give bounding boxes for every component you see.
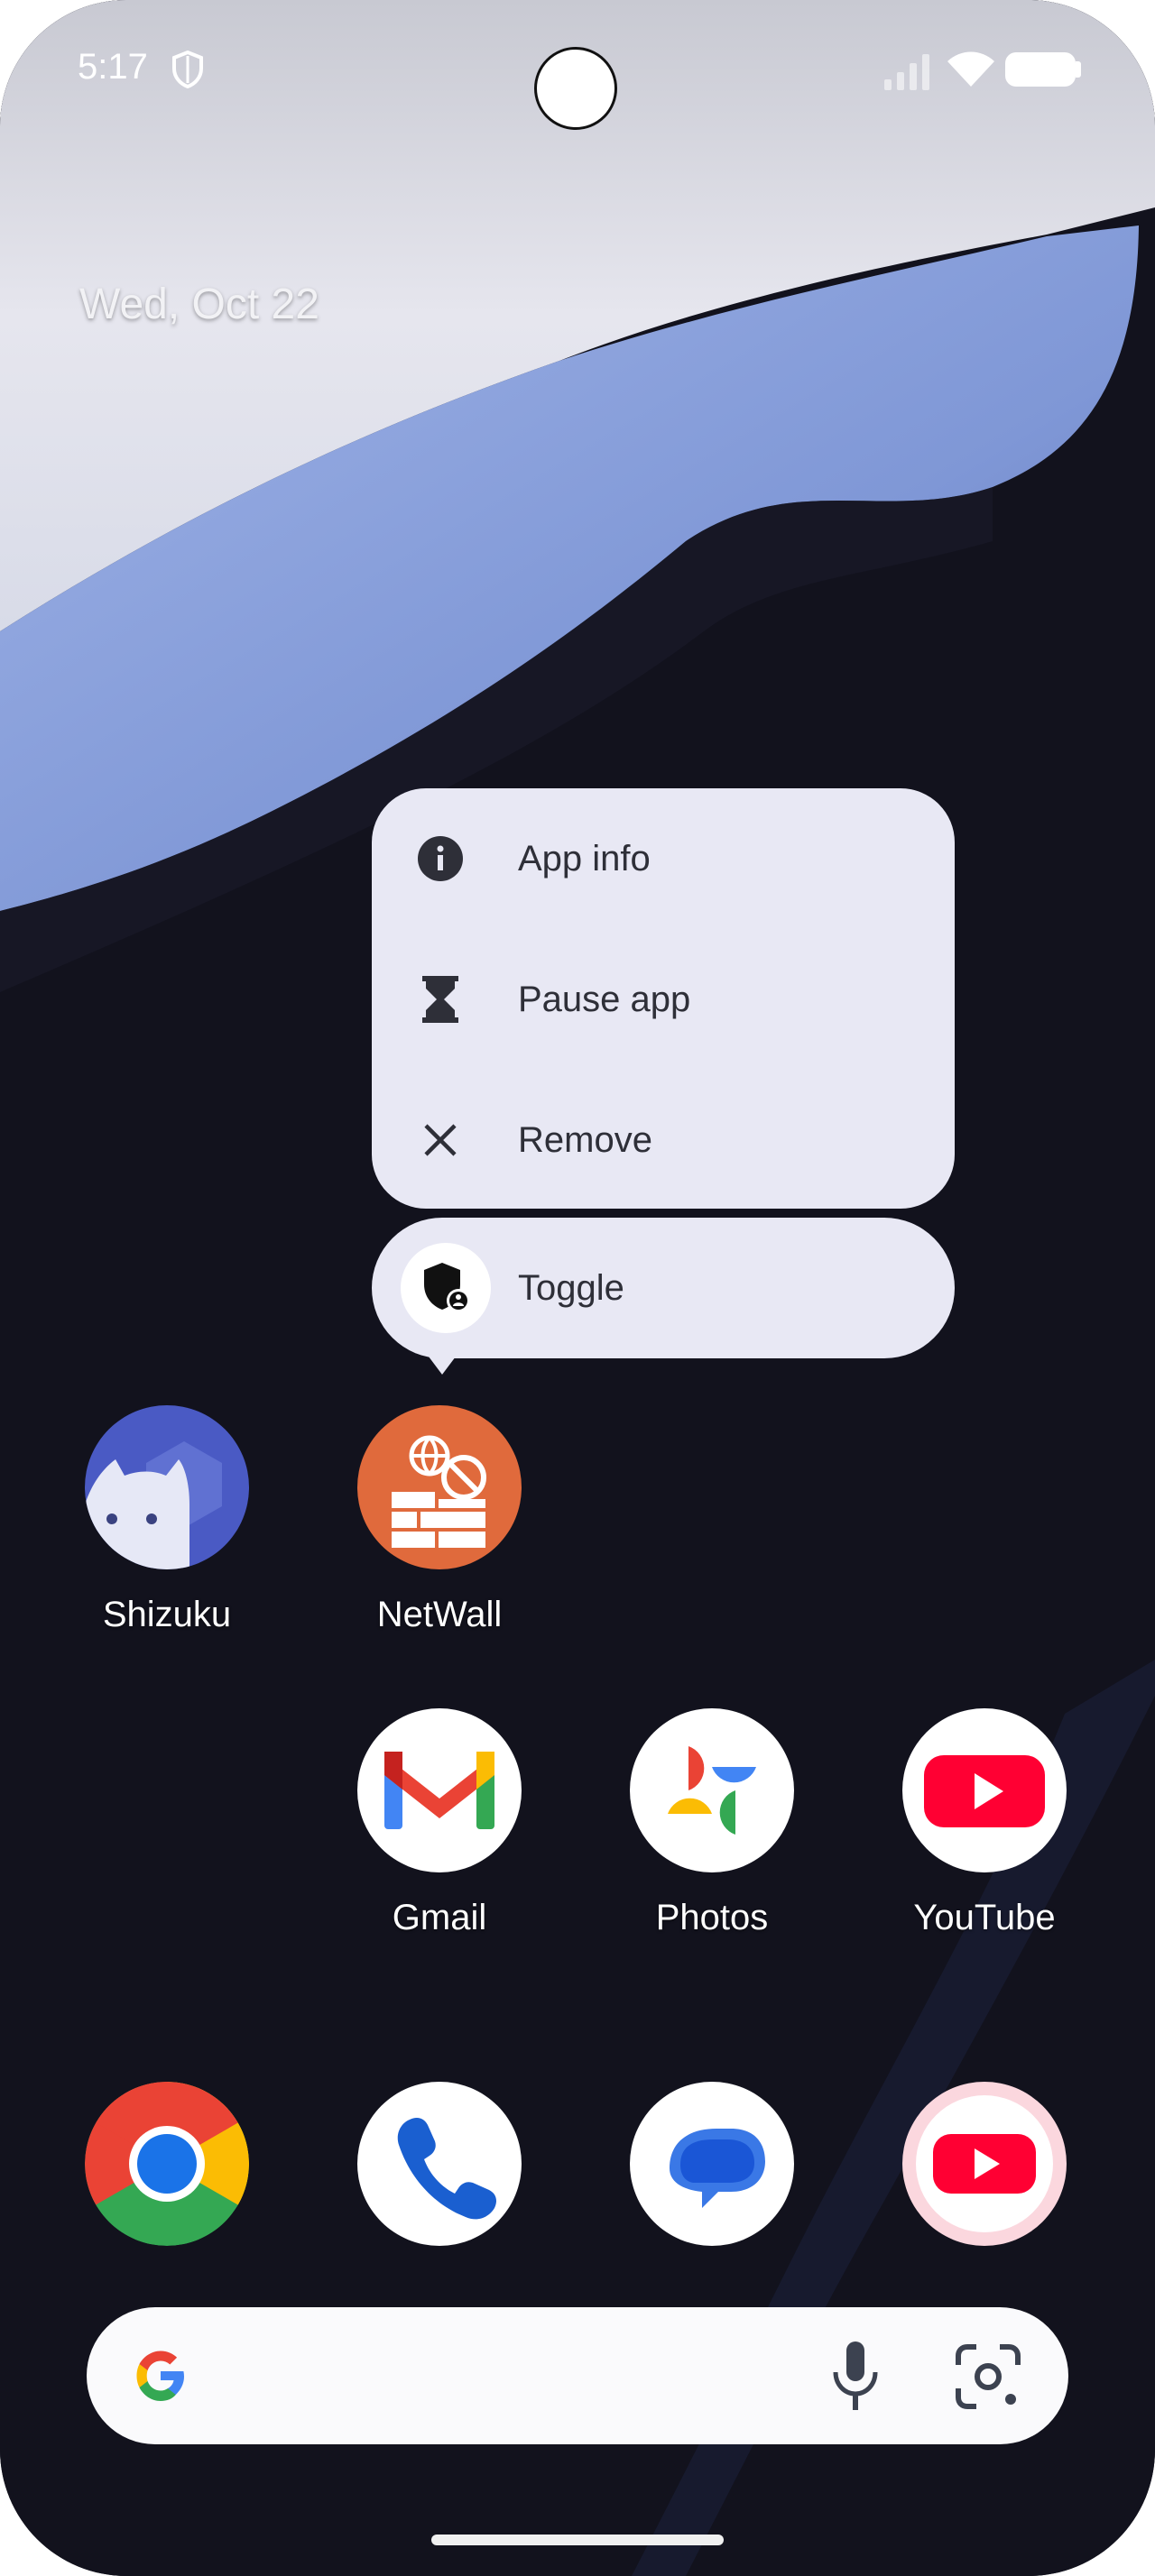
shortcut-toggle[interactable]: Toggle xyxy=(372,1218,955,1358)
shortcut-label: Toggle xyxy=(518,1268,624,1308)
app-context-menu: App info Pause app Remove xyxy=(372,788,955,1209)
camera-cutout xyxy=(534,47,617,130)
app-youtube[interactable]: YouTube xyxy=(875,1708,1092,1943)
shield-user-icon xyxy=(401,1243,491,1333)
menu-item-pause-app[interactable]: Pause app xyxy=(372,929,955,1070)
microphone-icon[interactable] xyxy=(828,2340,882,2414)
app-label: Gmail xyxy=(392,1898,487,1937)
google-g-icon xyxy=(136,2351,184,2401)
cellular-signal-icon xyxy=(884,54,929,90)
info-icon xyxy=(415,833,466,884)
google-search-bar[interactable] xyxy=(87,2307,1068,2444)
app-label: NetWall xyxy=(376,1595,503,1634)
battery-icon xyxy=(1005,52,1076,87)
menu-item-label: Pause app xyxy=(518,979,691,1019)
close-icon xyxy=(415,1115,466,1165)
hourglass-icon xyxy=(415,974,466,1025)
app-label: Photos xyxy=(655,1898,769,1937)
date-widget[interactable]: Wed, Oct 22 xyxy=(79,280,319,329)
photos-icon xyxy=(630,1708,794,1872)
shizuku-icon xyxy=(85,1405,249,1569)
netwall-firewall-icon xyxy=(357,1405,522,1569)
app-label: YouTube xyxy=(913,1898,1056,1937)
gesture-nav-handle[interactable] xyxy=(431,2535,724,2545)
status-time: 5:17 xyxy=(78,47,148,87)
app-gmail[interactable]: Gmail xyxy=(330,1708,547,1943)
app-photos[interactable]: Photos xyxy=(603,1708,819,1943)
vpn-shield-icon xyxy=(172,51,203,88)
app-netwall[interactable]: NetWall xyxy=(330,1405,547,1640)
menu-item-label: App info xyxy=(518,838,651,879)
wifi-icon xyxy=(947,51,994,87)
menu-pointer xyxy=(426,1353,458,1375)
chrome-icon[interactable] xyxy=(85,2082,249,2246)
lens-camera-icon[interactable] xyxy=(955,2343,1021,2410)
status-bar: 5:17 xyxy=(0,0,1155,144)
gmail-icon xyxy=(357,1708,522,1872)
home-screen: 5:17 Wed, Oct 22 App info Pause app Remo… xyxy=(0,0,1155,2576)
youtube-music-icon[interactable] xyxy=(902,2082,1067,2246)
app-label: Shizuku xyxy=(102,1595,232,1634)
phone-icon[interactable] xyxy=(357,2082,522,2246)
menu-item-app-info[interactable]: App info xyxy=(372,788,955,929)
menu-item-label: Remove xyxy=(518,1119,652,1160)
app-shizuku[interactable]: Shizuku xyxy=(58,1405,274,1640)
battery-tip xyxy=(1076,61,1081,78)
menu-item-remove[interactable]: Remove xyxy=(372,1070,955,1210)
messages-icon[interactable] xyxy=(630,2082,794,2246)
youtube-icon xyxy=(902,1708,1067,1872)
